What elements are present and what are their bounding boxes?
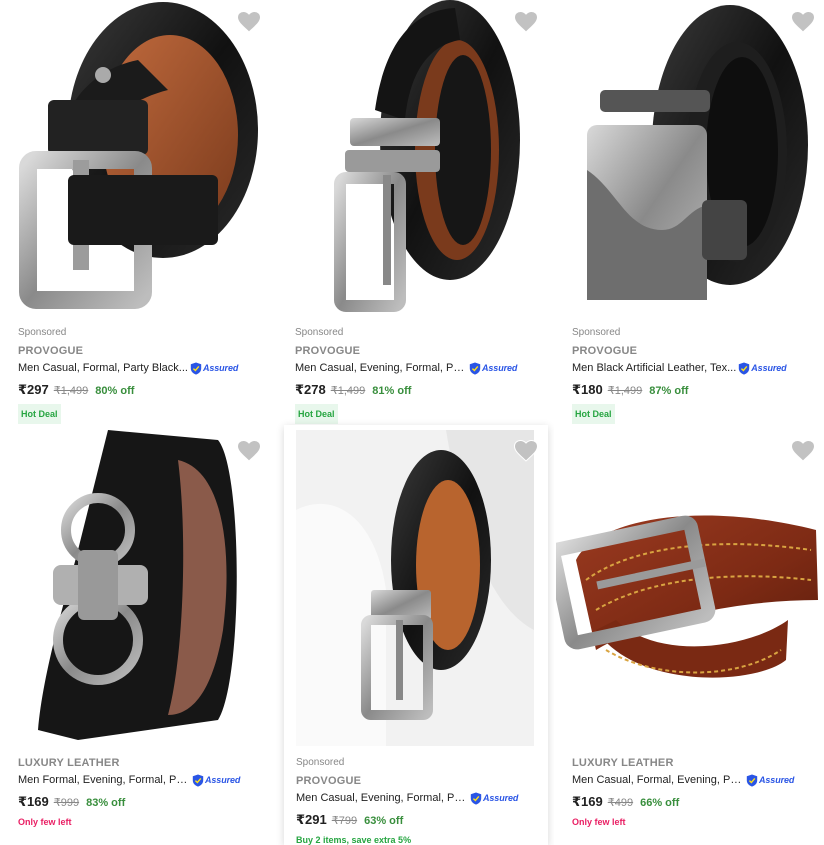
sponsored-label: Sponsored xyxy=(295,327,344,338)
bundle-offer: Buy 2 items, save extra 5% xyxy=(296,835,412,845)
selling-price: ₹169 xyxy=(572,794,603,809)
wishlist-heart-icon[interactable] xyxy=(514,440,538,462)
product-card[interactable]: LUXURY LEATHER Men Casual, Formal, Eveni… xyxy=(554,425,824,845)
product-title[interactable]: Men Formal, Evening, Formal, Pa... xyxy=(18,772,190,788)
assured-shield-icon xyxy=(469,362,481,375)
stock-warning: Only few left xyxy=(18,817,72,827)
original-price: ₹999 xyxy=(53,797,80,809)
wishlist-heart-icon[interactable] xyxy=(791,440,815,462)
selling-price: ₹291 xyxy=(296,812,327,827)
discount-percent: 66% off xyxy=(640,797,680,809)
brand-name: PROVOGUE xyxy=(296,775,362,787)
wishlist-heart-icon[interactable] xyxy=(514,11,538,33)
product-title[interactable]: Men Casual, Evening, Formal, Pa... xyxy=(295,360,467,376)
brand-name: LUXURY LEATHER xyxy=(18,757,120,769)
original-price: ₹1,499 xyxy=(330,385,366,397)
wishlist-heart-icon[interactable] xyxy=(791,11,815,33)
product-card[interactable]: Sponsored PROVOGUE Men Casual, Evening, … xyxy=(277,0,554,425)
assured-badge: Assured xyxy=(190,361,238,375)
assured-shield-icon xyxy=(470,792,482,805)
stock-warning: Only few left xyxy=(572,817,626,827)
product-title[interactable]: Men Casual, Formal, Party Black... xyxy=(18,360,188,376)
assured-badge: Assured xyxy=(738,361,787,375)
assured-badge: Assured xyxy=(469,361,517,375)
assured-shield-icon xyxy=(190,362,202,375)
selling-price: ₹180 xyxy=(572,382,603,397)
product-image[interactable] xyxy=(296,430,534,746)
product-image[interactable] xyxy=(18,0,258,318)
product-image[interactable] xyxy=(295,0,535,318)
product-title[interactable]: Men Black Artificial Leather, Tex... xyxy=(572,360,736,376)
hot-deal-badge: Hot Deal xyxy=(295,404,338,424)
sponsored-label: Sponsored xyxy=(18,327,67,338)
assured-shield-icon xyxy=(746,774,758,787)
sponsored-label: Sponsored xyxy=(572,327,621,338)
assured-badge: Assured xyxy=(746,773,794,787)
discount-percent: 87% off xyxy=(649,385,689,397)
original-price: ₹799 xyxy=(331,815,358,827)
selling-price: ₹297 xyxy=(18,382,49,397)
brand-name: PROVOGUE xyxy=(18,345,84,357)
sponsored-label: Sponsored xyxy=(296,757,345,768)
product-image[interactable] xyxy=(572,0,812,318)
product-card[interactable]: Sponsored PROVOGUE Men Black Artificial … xyxy=(554,0,824,425)
assured-shield-icon xyxy=(738,362,750,375)
wishlist-heart-icon[interactable] xyxy=(237,11,261,33)
assured-shield-icon xyxy=(192,774,204,787)
assured-badge: Assured xyxy=(470,791,518,805)
selling-price: ₹278 xyxy=(295,382,326,397)
hot-deal-badge: Hot Deal xyxy=(18,404,61,424)
product-title[interactable]: Men Casual, Formal, Evening, Pa... xyxy=(572,772,744,788)
brand-name: LUXURY LEATHER xyxy=(572,757,674,769)
hot-deal-badge: Hot Deal xyxy=(572,404,615,424)
wishlist-heart-icon[interactable] xyxy=(237,440,261,462)
product-title[interactable]: Men Casual, Evening, Formal, Pa... xyxy=(296,790,468,806)
brand-name: PROVOGUE xyxy=(295,345,361,357)
selling-price: ₹169 xyxy=(18,794,49,809)
product-image[interactable] xyxy=(556,430,822,748)
original-price: ₹499 xyxy=(607,797,634,809)
original-price: ₹1,499 xyxy=(607,385,643,397)
product-image[interactable] xyxy=(18,430,258,748)
assured-badge: Assured xyxy=(192,773,240,787)
brand-name: PROVOGUE xyxy=(572,345,638,357)
discount-percent: 81% off xyxy=(372,385,412,397)
discount-percent: 63% off xyxy=(364,815,404,827)
product-card[interactable]: Sponsored PROVOGUE Men Casual, Evening, … xyxy=(284,425,548,845)
discount-percent: 83% off xyxy=(86,797,126,809)
discount-percent: 80% off xyxy=(95,385,135,397)
product-card[interactable]: LUXURY LEATHER Men Formal, Evening, Form… xyxy=(0,425,277,845)
product-card[interactable]: Sponsored PROVOGUE Men Casual, Formal, P… xyxy=(0,0,277,425)
original-price: ₹1,499 xyxy=(53,385,89,397)
